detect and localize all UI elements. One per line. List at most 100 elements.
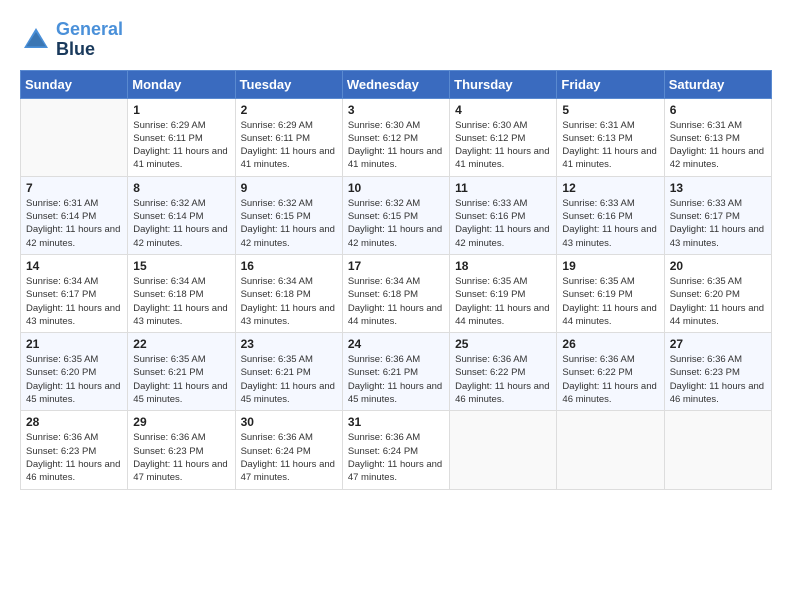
day-info: Sunrise: 6:35 AM Sunset: 6:20 PM Dayligh… bbox=[26, 353, 122, 406]
day-number: 12 bbox=[562, 181, 658, 195]
calendar-cell: 1 Sunrise: 6:29 AM Sunset: 6:11 PM Dayli… bbox=[128, 98, 235, 176]
sunrise-text: Sunrise: 6:36 AM bbox=[348, 432, 420, 443]
header-day-wednesday: Wednesday bbox=[342, 70, 449, 98]
day-info: Sunrise: 6:30 AM Sunset: 6:12 PM Dayligh… bbox=[348, 119, 444, 172]
sunset-text: Sunset: 6:23 PM bbox=[670, 367, 740, 378]
day-info: Sunrise: 6:29 AM Sunset: 6:11 PM Dayligh… bbox=[133, 119, 229, 172]
calendar-cell: 11 Sunrise: 6:33 AM Sunset: 6:16 PM Dayl… bbox=[450, 176, 557, 254]
calendar-cell: 27 Sunrise: 6:36 AM Sunset: 6:23 PM Dayl… bbox=[664, 333, 771, 411]
sunrise-text: Sunrise: 6:30 AM bbox=[348, 120, 420, 131]
daylight-text: Daylight: 11 hours and 46 minutes. bbox=[455, 381, 549, 405]
calendar-cell: 26 Sunrise: 6:36 AM Sunset: 6:22 PM Dayl… bbox=[557, 333, 664, 411]
day-number: 18 bbox=[455, 259, 551, 273]
day-info: Sunrise: 6:32 AM Sunset: 6:15 PM Dayligh… bbox=[348, 197, 444, 250]
day-number: 21 bbox=[26, 337, 122, 351]
sunrise-text: Sunrise: 6:35 AM bbox=[241, 354, 313, 365]
day-info: Sunrise: 6:35 AM Sunset: 6:19 PM Dayligh… bbox=[455, 275, 551, 328]
sunset-text: Sunset: 6:13 PM bbox=[670, 133, 740, 144]
day-number: 9 bbox=[241, 181, 337, 195]
sunset-text: Sunset: 6:15 PM bbox=[348, 211, 418, 222]
calendar-cell: 19 Sunrise: 6:35 AM Sunset: 6:19 PM Dayl… bbox=[557, 254, 664, 332]
daylight-text: Daylight: 11 hours and 44 minutes. bbox=[670, 303, 764, 327]
calendar-cell bbox=[664, 411, 771, 489]
daylight-text: Daylight: 11 hours and 45 minutes. bbox=[241, 381, 335, 405]
daylight-text: Daylight: 11 hours and 42 minutes. bbox=[670, 146, 764, 170]
calendar-cell: 12 Sunrise: 6:33 AM Sunset: 6:16 PM Dayl… bbox=[557, 176, 664, 254]
week-row-2: 7 Sunrise: 6:31 AM Sunset: 6:14 PM Dayli… bbox=[21, 176, 772, 254]
calendar-table: SundayMondayTuesdayWednesdayThursdayFrid… bbox=[20, 70, 772, 490]
day-info: Sunrise: 6:32 AM Sunset: 6:15 PM Dayligh… bbox=[241, 197, 337, 250]
sunset-text: Sunset: 6:16 PM bbox=[562, 211, 632, 222]
sunrise-text: Sunrise: 6:36 AM bbox=[26, 432, 98, 443]
calendar-cell: 8 Sunrise: 6:32 AM Sunset: 6:14 PM Dayli… bbox=[128, 176, 235, 254]
sunrise-text: Sunrise: 6:36 AM bbox=[348, 354, 420, 365]
daylight-text: Daylight: 11 hours and 41 minutes. bbox=[348, 146, 442, 170]
calendar-cell: 29 Sunrise: 6:36 AM Sunset: 6:23 PM Dayl… bbox=[128, 411, 235, 489]
sunset-text: Sunset: 6:14 PM bbox=[26, 211, 96, 222]
daylight-text: Daylight: 11 hours and 45 minutes. bbox=[26, 381, 120, 405]
day-number: 27 bbox=[670, 337, 766, 351]
sunrise-text: Sunrise: 6:35 AM bbox=[133, 354, 205, 365]
day-info: Sunrise: 6:34 AM Sunset: 6:17 PM Dayligh… bbox=[26, 275, 122, 328]
day-number: 30 bbox=[241, 415, 337, 429]
day-number: 24 bbox=[348, 337, 444, 351]
sunrise-text: Sunrise: 6:35 AM bbox=[455, 276, 527, 287]
daylight-text: Daylight: 11 hours and 41 minutes. bbox=[241, 146, 335, 170]
sunrise-text: Sunrise: 6:29 AM bbox=[241, 120, 313, 131]
daylight-text: Daylight: 11 hours and 47 minutes. bbox=[348, 459, 442, 483]
daylight-text: Daylight: 11 hours and 42 minutes. bbox=[133, 224, 227, 248]
day-number: 25 bbox=[455, 337, 551, 351]
logo: General Blue bbox=[20, 20, 123, 60]
week-row-5: 28 Sunrise: 6:36 AM Sunset: 6:23 PM Dayl… bbox=[21, 411, 772, 489]
sunrise-text: Sunrise: 6:32 AM bbox=[241, 198, 313, 209]
calendar-cell: 22 Sunrise: 6:35 AM Sunset: 6:21 PM Dayl… bbox=[128, 333, 235, 411]
calendar-cell: 20 Sunrise: 6:35 AM Sunset: 6:20 PM Dayl… bbox=[664, 254, 771, 332]
calendar-cell: 4 Sunrise: 6:30 AM Sunset: 6:12 PM Dayli… bbox=[450, 98, 557, 176]
day-number: 10 bbox=[348, 181, 444, 195]
sunset-text: Sunset: 6:18 PM bbox=[133, 289, 203, 300]
sunrise-text: Sunrise: 6:34 AM bbox=[26, 276, 98, 287]
day-info: Sunrise: 6:36 AM Sunset: 6:24 PM Dayligh… bbox=[241, 431, 337, 484]
day-info: Sunrise: 6:34 AM Sunset: 6:18 PM Dayligh… bbox=[348, 275, 444, 328]
sunrise-text: Sunrise: 6:32 AM bbox=[348, 198, 420, 209]
sunset-text: Sunset: 6:12 PM bbox=[455, 133, 525, 144]
sunset-text: Sunset: 6:11 PM bbox=[133, 133, 203, 144]
daylight-text: Daylight: 11 hours and 43 minutes. bbox=[241, 303, 335, 327]
day-number: 11 bbox=[455, 181, 551, 195]
calendar-cell: 5 Sunrise: 6:31 AM Sunset: 6:13 PM Dayli… bbox=[557, 98, 664, 176]
sunset-text: Sunset: 6:14 PM bbox=[133, 211, 203, 222]
calendar-cell: 9 Sunrise: 6:32 AM Sunset: 6:15 PM Dayli… bbox=[235, 176, 342, 254]
sunset-text: Sunset: 6:20 PM bbox=[670, 289, 740, 300]
sunset-text: Sunset: 6:21 PM bbox=[348, 367, 418, 378]
day-info: Sunrise: 6:31 AM Sunset: 6:13 PM Dayligh… bbox=[670, 119, 766, 172]
sunrise-text: Sunrise: 6:34 AM bbox=[348, 276, 420, 287]
day-number: 13 bbox=[670, 181, 766, 195]
day-info: Sunrise: 6:34 AM Sunset: 6:18 PM Dayligh… bbox=[241, 275, 337, 328]
sunrise-text: Sunrise: 6:33 AM bbox=[562, 198, 634, 209]
calendar-cell: 15 Sunrise: 6:34 AM Sunset: 6:18 PM Dayl… bbox=[128, 254, 235, 332]
calendar-header: SundayMondayTuesdayWednesdayThursdayFrid… bbox=[21, 70, 772, 98]
daylight-text: Daylight: 11 hours and 46 minutes. bbox=[562, 381, 656, 405]
calendar-cell bbox=[450, 411, 557, 489]
sunset-text: Sunset: 6:13 PM bbox=[562, 133, 632, 144]
day-number: 6 bbox=[670, 103, 766, 117]
calendar-cell: 18 Sunrise: 6:35 AM Sunset: 6:19 PM Dayl… bbox=[450, 254, 557, 332]
sunrise-text: Sunrise: 6:31 AM bbox=[26, 198, 98, 209]
sunset-text: Sunset: 6:23 PM bbox=[133, 446, 203, 457]
header-day-saturday: Saturday bbox=[664, 70, 771, 98]
sunrise-text: Sunrise: 6:34 AM bbox=[133, 276, 205, 287]
calendar-cell: 16 Sunrise: 6:34 AM Sunset: 6:18 PM Dayl… bbox=[235, 254, 342, 332]
day-number: 20 bbox=[670, 259, 766, 273]
day-info: Sunrise: 6:30 AM Sunset: 6:12 PM Dayligh… bbox=[455, 119, 551, 172]
sunrise-text: Sunrise: 6:36 AM bbox=[241, 432, 313, 443]
calendar-cell: 14 Sunrise: 6:34 AM Sunset: 6:17 PM Dayl… bbox=[21, 254, 128, 332]
daylight-text: Daylight: 11 hours and 45 minutes. bbox=[348, 381, 442, 405]
daylight-text: Daylight: 11 hours and 42 minutes. bbox=[348, 224, 442, 248]
day-info: Sunrise: 6:33 AM Sunset: 6:16 PM Dayligh… bbox=[562, 197, 658, 250]
daylight-text: Daylight: 11 hours and 46 minutes. bbox=[26, 459, 120, 483]
header-day-friday: Friday bbox=[557, 70, 664, 98]
day-number: 15 bbox=[133, 259, 229, 273]
day-number: 1 bbox=[133, 103, 229, 117]
sunset-text: Sunset: 6:19 PM bbox=[455, 289, 525, 300]
sunrise-text: Sunrise: 6:36 AM bbox=[562, 354, 634, 365]
